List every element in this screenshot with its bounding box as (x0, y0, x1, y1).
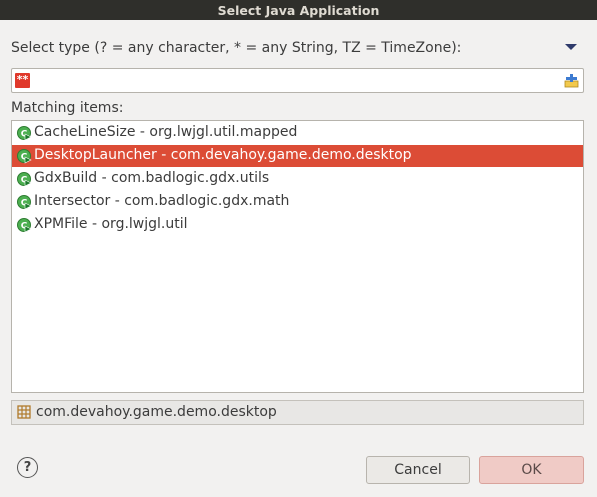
selected-package-status: com.devahoy.game.demo.desktop (11, 400, 584, 425)
list-item[interactable]: C XPMFile - org.lwjgl.util (12, 214, 583, 236)
runnable-class-icon: C (17, 149, 32, 164)
runnable-class-icon: C (17, 218, 32, 233)
help-button[interactable]: ? (17, 457, 38, 478)
triangle-down-icon[interactable] (565, 44, 577, 50)
selected-package-label: com.devahoy.game.demo.desktop (36, 404, 277, 420)
window-title: Select Java Application (217, 2, 380, 18)
window-title-bar: Select Java Application (0, 0, 597, 20)
list-item-label: Intersector - com.badlogic.gdx.math (34, 193, 290, 209)
list-item[interactable]: C CacheLineSize - org.lwjgl.util.mapped (12, 122, 583, 144)
cancel-button[interactable]: Cancel (366, 456, 470, 484)
filter-label: Select type (? = any character, * = any … (11, 40, 462, 56)
ok-button[interactable]: OK (479, 456, 584, 484)
list-item-label: DesktopLauncher - com.devahoy.game.demo.… (34, 147, 412, 163)
runnable-class-icon: C (17, 195, 32, 210)
runnable-class-icon: C (17, 172, 32, 187)
list-item-label: CacheLineSize - org.lwjgl.util.mapped (34, 124, 298, 140)
list-item-label: GdxBuild - com.badlogic.gdx.utils (34, 170, 270, 186)
type-filter-field[interactable]: ** (11, 68, 584, 93)
list-item[interactable]: C Intersector - com.badlogic.gdx.math (12, 191, 583, 213)
history-icon[interactable] (563, 72, 580, 89)
type-filter-input[interactable] (34, 71, 554, 89)
error-icon: ** (15, 73, 30, 88)
matching-items-list[interactable]: C CacheLineSize - org.lwjgl.util.mapped C D… (11, 120, 584, 393)
list-item[interactable]: C DesktopLauncher - com.devahoy.game.demo… (12, 145, 583, 167)
list-item[interactable]: C GdxBuild - com.badlogic.gdx.utils (12, 168, 583, 190)
package-icon (17, 405, 31, 419)
runnable-class-icon: C (17, 126, 32, 141)
list-item-label: XPMFile - org.lwjgl.util (34, 216, 188, 232)
matching-items-label: Matching items: (11, 100, 124, 116)
